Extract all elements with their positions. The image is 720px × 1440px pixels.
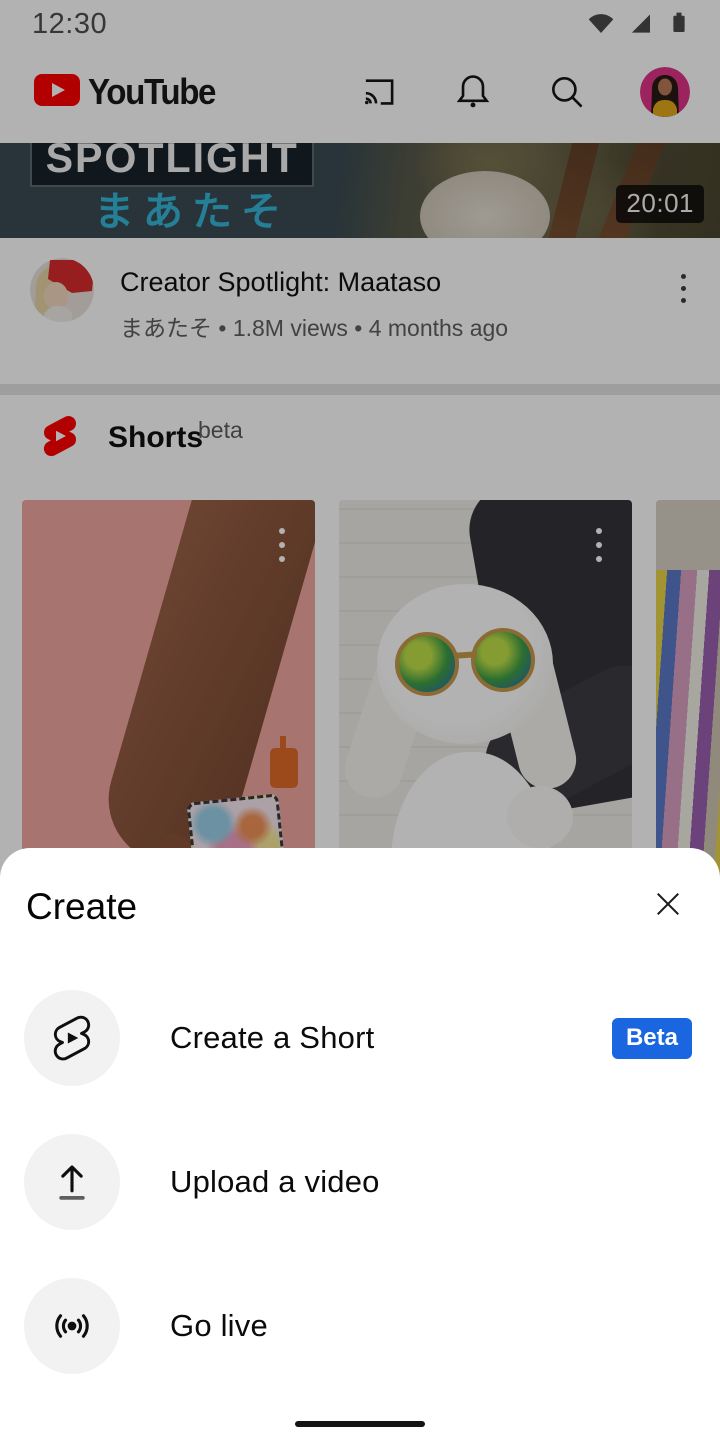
close-icon[interactable] (644, 880, 692, 928)
go-live-icon (24, 1278, 120, 1374)
upload-video-label: Upload a video (170, 1164, 696, 1200)
go-live-button[interactable]: Go live (0, 1254, 720, 1398)
upload-video-button[interactable]: Upload a video (0, 1110, 720, 1254)
go-live-label: Go live (170, 1308, 696, 1344)
create-bottom-sheet: Create Create a Short Beta (0, 848, 720, 1440)
youtube-app-screen: 12:30 YouTube (0, 0, 720, 1440)
sheet-menu: Create a Short Beta Upload a video (0, 966, 720, 1398)
create-short-button[interactable]: Create a Short Beta (0, 966, 720, 1110)
upload-icon (24, 1134, 120, 1230)
create-short-label: Create a Short (170, 1020, 612, 1056)
sheet-header: Create (0, 848, 720, 966)
sheet-title: Create (26, 886, 137, 928)
beta-badge: Beta (612, 1018, 692, 1059)
shorts-outline-icon (24, 990, 120, 1086)
home-indicator-handle[interactable] (295, 1421, 425, 1427)
